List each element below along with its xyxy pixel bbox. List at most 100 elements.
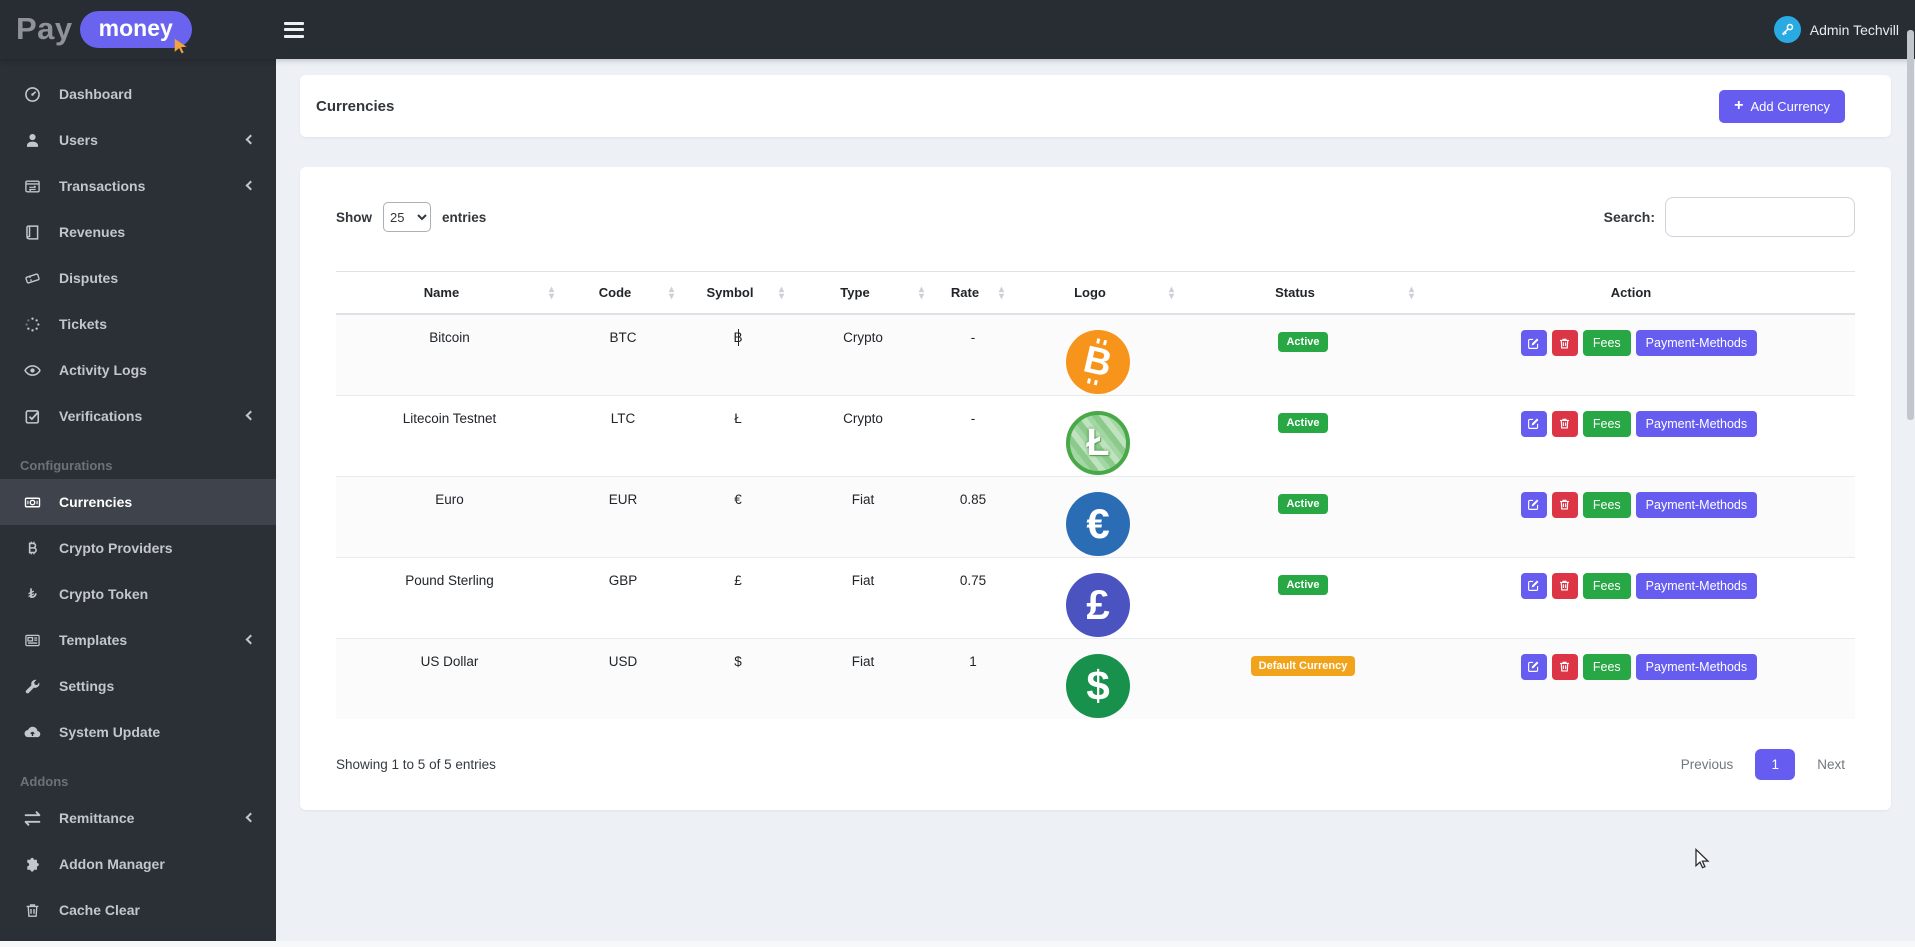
- payment-methods-button[interactable]: Payment-Methods: [1635, 491, 1758, 518]
- sidebar-nav: Dashboard Users Transactions Revenues Disput…: [0, 59, 276, 941]
- search-input[interactable]: [1665, 197, 1855, 237]
- delete-button[interactable]: [1551, 330, 1578, 356]
- fees-button[interactable]: Fees: [1582, 330, 1631, 356]
- payment-methods-button[interactable]: Payment-Methods: [1635, 653, 1758, 680]
- app-logo[interactable]: Pay money: [0, 10, 276, 54]
- transactions-icon: [20, 178, 44, 195]
- sidebar-item-users[interactable]: Users: [0, 117, 276, 163]
- sidebar-section-configurations: Configurations: [20, 458, 113, 473]
- page-1-button[interactable]: 1: [1755, 749, 1796, 780]
- sidebar-item-cache-clear[interactable]: Cache Clear: [0, 887, 276, 933]
- sidebar-item-crypto-token[interactable]: Crypto Token: [0, 571, 276, 617]
- sidebar-item-verifications[interactable]: Verifications: [0, 393, 276, 439]
- previous-page-button[interactable]: Previous: [1671, 749, 1744, 780]
- cell-status: Active: [1183, 314, 1423, 395]
- column-header-label: Type: [840, 285, 870, 300]
- table-footer: Showing 1 to 5 of 5 entries Previous 1 N…: [336, 749, 1855, 780]
- sidebar-item-settings[interactable]: Settings: [0, 663, 276, 709]
- topbar: Pay money Admin Techvill: [0, 0, 1915, 59]
- add-currency-button[interactable]: + Add Currency: [1719, 89, 1845, 123]
- chevron-left-icon: [245, 410, 256, 421]
- status-badge: Default Currency: [1250, 655, 1356, 676]
- delete-button[interactable]: [1551, 491, 1578, 518]
- page-header-card: Currencies + Add Currency: [300, 75, 1891, 137]
- sidebar-item-addon-manager[interactable]: Addon Manager: [0, 841, 276, 887]
- chevron-left-icon: [245, 134, 256, 145]
- cell-action: Fees Payment-Methods: [1423, 475, 1855, 557]
- edit-button[interactable]: [1520, 410, 1547, 437]
- avatar: [1773, 16, 1801, 43]
- cell-type: Crypto: [843, 330, 883, 345]
- chevron-left-icon: [245, 180, 256, 191]
- disputes-icon: [20, 270, 44, 287]
- sidebar-item-tickets[interactable]: Tickets: [0, 301, 276, 347]
- edit-button[interactable]: [1520, 653, 1547, 680]
- menu-toggle-button[interactable]: [284, 18, 306, 41]
- sidebar-item-currencies[interactable]: Currencies: [0, 479, 276, 525]
- logo-pill-money: money: [79, 10, 192, 54]
- cell-symbol: B: [683, 314, 793, 395]
- column-header-status[interactable]: Status: [1183, 271, 1423, 315]
- delete-button[interactable]: [1551, 572, 1578, 599]
- cell-rate: -: [970, 330, 976, 345]
- litecoin-logo: Ł: [1066, 410, 1130, 475]
- cell-status: Active: [1183, 475, 1423, 557]
- cell-logo: Ł: [1013, 394, 1183, 476]
- sidebar-item-revenues[interactable]: Revenues: [0, 209, 276, 255]
- sidebar-item-templates[interactable]: Templates: [0, 617, 276, 663]
- payment-methods-button[interactable]: Payment-Methods: [1635, 330, 1758, 356]
- main-content: Currencies + Add Currency Show 25 entrie…: [276, 59, 1915, 941]
- entries-select[interactable]: 25: [383, 202, 431, 232]
- fees-button[interactable]: Fees: [1582, 491, 1631, 518]
- fees-button[interactable]: Fees: [1582, 572, 1631, 599]
- edit-button[interactable]: [1520, 330, 1547, 356]
- fees-button[interactable]: Fees: [1582, 410, 1631, 437]
- sidebar-item-crypto-providers[interactable]: Crypto Providers: [0, 525, 276, 571]
- logo-text-pay: Pay: [16, 11, 73, 47]
- column-header-type[interactable]: Type: [793, 271, 933, 315]
- sidebar-item-dashboard[interactable]: Dashboard: [0, 71, 276, 117]
- sidebar-item-label: Tickets: [59, 316, 107, 332]
- cell-logo: $: [1013, 637, 1183, 719]
- payment-methods-button[interactable]: Payment-Methods: [1635, 572, 1758, 599]
- scrollbar[interactable]: [1907, 30, 1914, 420]
- cell-type: Fiat: [793, 475, 933, 557]
- delete-button[interactable]: [1551, 410, 1578, 437]
- column-header-label: Logo: [1074, 285, 1106, 300]
- user-menu[interactable]: Admin Techvill: [1773, 16, 1915, 43]
- delete-button[interactable]: [1551, 653, 1578, 680]
- entries-label: entries: [442, 209, 487, 225]
- sidebar-item-activity-logs[interactable]: Activity Logs: [0, 347, 276, 393]
- cell-action: Fees Payment-Methods: [1423, 556, 1855, 638]
- edit-button[interactable]: [1520, 491, 1547, 518]
- sidebar-item-transactions[interactable]: Transactions: [0, 163, 276, 209]
- sidebar-item-disputes[interactable]: Disputes: [0, 255, 276, 301]
- column-header-logo[interactable]: Logo: [1013, 271, 1183, 315]
- sidebar-item-remittance[interactable]: Remittance: [0, 795, 276, 841]
- sidebar-item-label: Transactions: [59, 178, 146, 194]
- column-header-rate[interactable]: Rate: [933, 271, 1013, 315]
- cell-code: USD: [563, 637, 683, 719]
- sort-arrows-icon: [999, 286, 1004, 300]
- table-row-euro: Euro EUR € Fiat 0.85 € Active Fees Payment-Metho…: [336, 475, 1855, 557]
- pagination: Previous 1 Next: [1671, 749, 1855, 780]
- euro-logo: €: [1066, 491, 1130, 556]
- sidebar-item-label: Remittance: [59, 810, 135, 826]
- fees-button[interactable]: Fees: [1582, 653, 1631, 680]
- chevron-left-icon: [245, 812, 256, 823]
- chevron-left-icon: [245, 634, 256, 645]
- sidebar-item-system-update[interactable]: System Update: [0, 709, 276, 755]
- baht-symbol: B: [733, 328, 743, 347]
- cell-action: Fees Payment-Methods: [1423, 314, 1855, 395]
- column-header-code[interactable]: Code: [563, 271, 683, 315]
- column-header-symbol[interactable]: Symbol: [683, 271, 793, 315]
- sort-arrows-icon: [549, 286, 554, 300]
- column-header-name[interactable]: Name: [336, 271, 563, 315]
- edit-button[interactable]: [1520, 572, 1547, 599]
- logo-cursor-icon: [174, 38, 187, 54]
- sidebar-item-label: Crypto Token: [59, 586, 149, 602]
- next-page-button[interactable]: Next: [1807, 749, 1855, 780]
- sidebar-section-addons: Addons: [20, 774, 69, 789]
- payment-methods-button[interactable]: Payment-Methods: [1635, 410, 1758, 437]
- crypto-providers-icon: [20, 540, 44, 557]
